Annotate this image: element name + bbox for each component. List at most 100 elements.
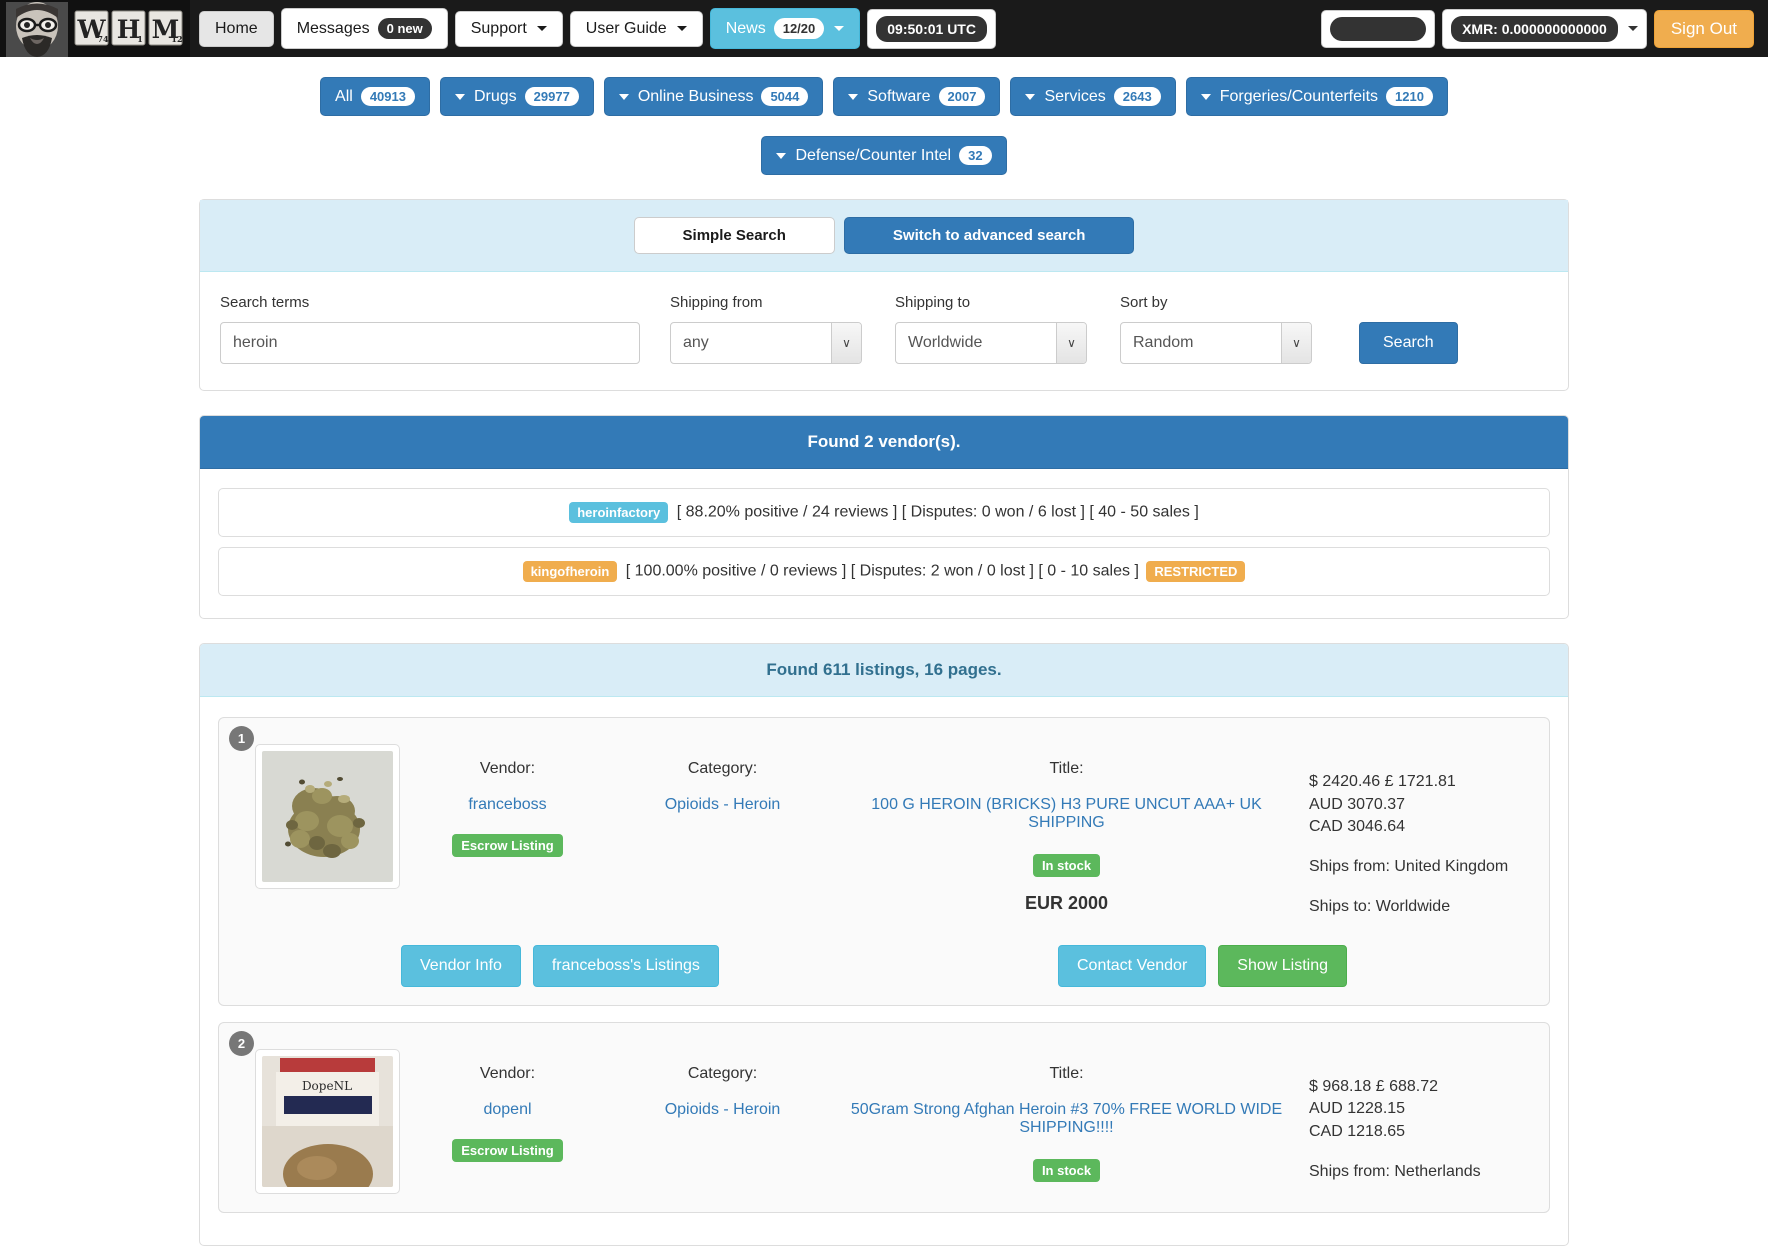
product-image-afghan-heroin: DopeNL — [262, 1055, 393, 1187]
listing-thumbnail-box[interactable] — [255, 744, 400, 889]
category-button-software[interactable]: Software 2007 — [833, 77, 1001, 116]
nav-item-support[interactable]: Support — [454, 10, 563, 47]
top-navbar: W 74 H 1 M 12 Home Messages 0 new Suppor… — [0, 0, 1768, 57]
nav-item-home[interactable]: Home — [199, 10, 274, 47]
ships-from: Ships from: United Kingdom — [1309, 858, 1509, 876]
utc-clock-value: 09:50:01 UTC — [876, 15, 987, 42]
listing-vendor-column: Vendor: dopenl Escrow Listing — [400, 1049, 615, 1162]
brand-logo[interactable]: W 74 H 1 M 12 — [0, 0, 190, 57]
price-cad: CAD 1218.65 — [1309, 1123, 1406, 1141]
price-cad: CAD 3046.64 — [1309, 818, 1406, 836]
search-button[interactable]: Search — [1359, 322, 1458, 364]
listing-category-column: Category: Opioids - Heroin — [615, 1049, 830, 1119]
account-name-button[interactable] — [1321, 9, 1436, 48]
price-usd-gbp: $ 2420.46 £ 1721.81 — [1309, 773, 1456, 790]
whm-logo-icon: W 74 H 1 M 12 — [0, 0, 190, 57]
search-terms-label: Search terms — [220, 294, 310, 311]
nav-item-user-guide[interactable]: User Guide — [569, 10, 703, 47]
category-column-label: Category: — [687, 760, 758, 777]
listing-title-column: Title: 50Gram Strong Afghan Heroin #3 70… — [830, 1049, 1303, 1182]
navbar-secondary-items: XMR: 0.000000000000 Sign Out — [1321, 8, 1754, 49]
listing-thumbnail-box[interactable]: DopeNL — [255, 1048, 400, 1194]
tab-simple-search-label: Simple Search — [682, 227, 786, 244]
category-count: 1210 — [1386, 87, 1433, 106]
vendor-info-button[interactable]: Vendor Info — [401, 944, 521, 987]
category-label: Defense/Counter Intel — [795, 146, 952, 164]
tab-simple-search[interactable]: Simple Search — [633, 217, 835, 254]
switch-to-advanced-search-button[interactable]: Switch to advanced search — [843, 217, 1135, 254]
nav-item-messages-label: Messages — [296, 19, 370, 37]
price-aud: AUD 1228.15 — [1309, 1100, 1406, 1118]
show-listing-button[interactable]: Show Listing — [1218, 944, 1347, 987]
vendor-name-tag[interactable]: kingofheroin — [522, 561, 618, 582]
vendor-results-list: heroinfactory [ 88.20% positive / 24 rev… — [200, 469, 1568, 618]
wallet-balance-button[interactable]: XMR: 0.000000000000 — [1442, 8, 1647, 49]
listing-title-link[interactable]: 100 G HEROIN (BRICKS) H3 PURE UNCUT AAA+… — [871, 796, 1261, 831]
chevron-down-icon — [454, 93, 465, 100]
chevron-down-icon — [776, 152, 787, 159]
stock-badge: In stock — [1032, 854, 1101, 877]
contact-vendor-label: Contact Vendor — [1076, 956, 1188, 974]
nav-item-news[interactable]: News 12/20 — [709, 8, 861, 49]
utc-clock: 09:50:01 UTC — [867, 8, 996, 49]
category-label: Online Business — [637, 87, 754, 105]
vendor-listings-button[interactable]: franceboss's Listings — [532, 944, 719, 987]
listing-price-column: $ 968.18 £ 688.72 AUD 1228.15 CAD 1218.6… — [1303, 1049, 1533, 1184]
listing-price-column: $ 2420.46 £ 1721.81 AUD 3070.37 CAD 3046… — [1303, 744, 1533, 919]
category-count: 5044 — [761, 87, 809, 106]
category-count: 2643 — [1113, 87, 1161, 106]
sign-out-button[interactable]: Sign Out — [1653, 9, 1754, 48]
listing-index-badge: 1 — [229, 726, 254, 751]
contact-vendor-button[interactable]: Contact Vendor — [1057, 944, 1207, 987]
category-button-services[interactable]: Services 2643 — [1010, 77, 1176, 116]
search-button-label: Search — [1383, 334, 1434, 351]
shipping-from-select[interactable]: any ∨ — [670, 322, 862, 364]
show-listing-label: Show Listing — [1237, 956, 1328, 974]
vendor-column-label: Vendor: — [479, 760, 536, 777]
search-panel: Simple Search Switch to advanced search … — [199, 199, 1569, 391]
listing-card[interactable]: 1 Vendor: franceboss Escrow Listing Cate… — [218, 717, 1550, 1006]
listing-vendor-link[interactable]: dopenl — [483, 1101, 531, 1118]
sort-by-select[interactable]: Random ∨ — [1120, 322, 1312, 364]
listing-price-eur: EUR 2000 — [1024, 893, 1109, 913]
search-terms-field: Search terms — [220, 294, 640, 364]
chevron-down-icon — [1627, 26, 1638, 31]
category-button-all[interactable]: All 40913 — [320, 77, 430, 116]
navbar-primary-items: Home Messages 0 new Support User Guide N… — [199, 8, 996, 49]
search-mode-tabs: Simple Search Switch to advanced search — [200, 200, 1568, 272]
category-button-online-business[interactable]: Online Business 5044 — [603, 77, 824, 116]
vendor-row[interactable]: kingofheroin [ 100.00% positive / 0 revi… — [218, 547, 1550, 596]
category-button-drugs[interactable]: Drugs 29977 — [439, 77, 594, 116]
vendor-stats: [ 100.00% positive / 0 reviews ] [ Dispu… — [625, 562, 1139, 580]
escrow-badge: Escrow Listing — [452, 1138, 563, 1162]
category-label: Software — [867, 87, 931, 105]
vendor-name-tag[interactable]: heroinfactory — [569, 502, 669, 523]
shipping-from-value: any — [683, 334, 709, 351]
vendor-listings-label: franceboss's Listings — [551, 956, 700, 974]
search-input[interactable] — [220, 322, 640, 364]
category-button-defense-counter-intel[interactable]: Defense/Counter Intel 32 — [761, 136, 1007, 175]
vendor-row[interactable]: heroinfactory [ 88.20% positive / 24 rev… — [218, 488, 1550, 537]
listing-category-link[interactable]: Opioids - Heroin — [665, 1101, 781, 1118]
listing-vendor-link[interactable]: franceboss — [468, 796, 546, 813]
account-name-redacted — [1330, 16, 1427, 41]
listing-category-link[interactable]: Opioids - Heroin — [665, 796, 781, 813]
chevron-down-icon — [618, 93, 629, 100]
listing-card[interactable]: 2 DopeNL Vendor: dopenl Escrow Listing C… — [218, 1021, 1550, 1213]
category-button-forgeries-counterfeits[interactable]: Forgeries/Counterfeits 1210 — [1185, 77, 1448, 116]
nav-item-messages[interactable]: Messages 0 new — [280, 8, 448, 49]
shipping-to-field: Shipping to Worldwide ∨ — [895, 294, 1087, 364]
chevron-down-icon: ∨ — [831, 323, 861, 363]
price-usd-gbp: $ 968.18 £ 688.72 — [1309, 1077, 1439, 1095]
chevron-down-icon — [536, 26, 547, 31]
shipping-to-select[interactable]: Worldwide ∨ — [895, 322, 1087, 364]
price-aud: AUD 3070.37 — [1309, 795, 1406, 813]
svg-text:74: 74 — [97, 34, 109, 44]
listing-title-link[interactable]: 50Gram Strong Afghan Heroin #3 70% FREE … — [851, 1101, 1282, 1136]
status-badge-restricted: RESTRICTED — [1146, 561, 1246, 582]
listing-category-column: Category: Opioids - Heroin — [615, 744, 830, 814]
sort-by-field: Sort by Random ∨ — [1120, 294, 1312, 364]
listing-title-column: Title: 100 G HEROIN (BRICKS) H3 PURE UNC… — [830, 744, 1303, 914]
chevron-down-icon — [676, 26, 687, 31]
sort-by-label: Sort by — [1120, 294, 1168, 311]
